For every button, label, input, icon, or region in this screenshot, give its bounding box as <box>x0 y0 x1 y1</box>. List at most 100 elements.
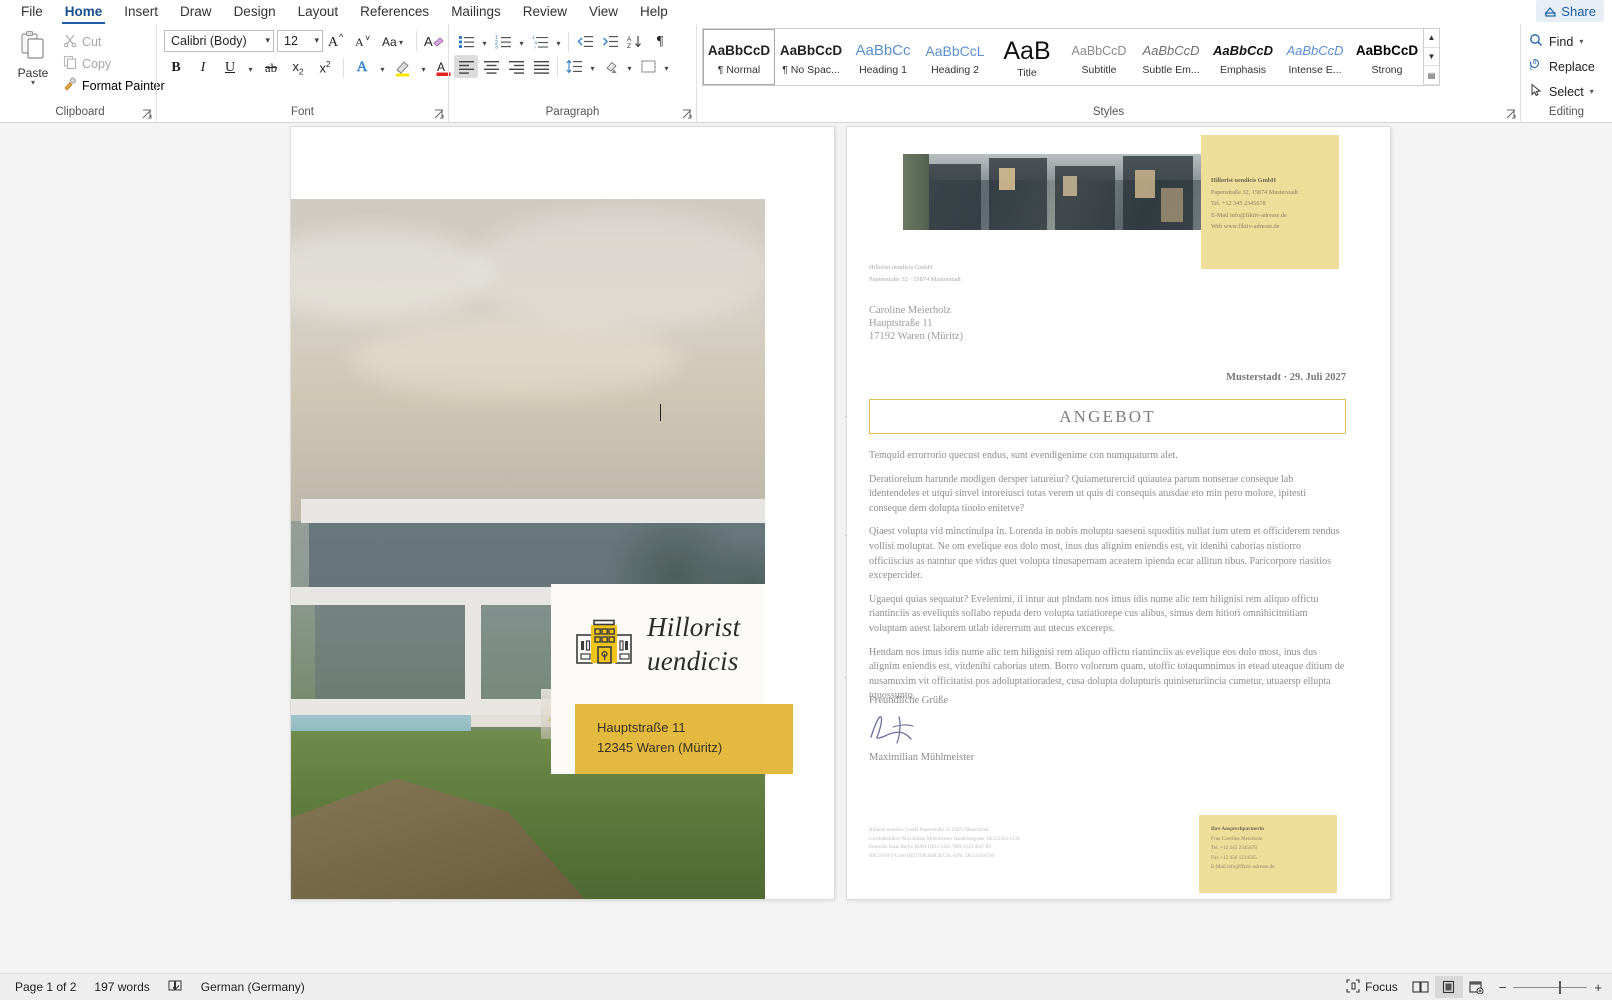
tab-file[interactable]: File <box>10 1 54 24</box>
document-canvas[interactable]: Hillorist uendicis Hauptstraße 11 12345 … <box>0 123 1612 973</box>
numbering-button[interactable]: 123 <box>491 30 515 53</box>
underline-options-chevron-icon[interactable]: ▾ <box>245 56 256 79</box>
style-heading-2[interactable]: AaBbCcL Heading 2 <box>919 29 991 85</box>
bullets-button[interactable] <box>454 30 478 53</box>
increase-indent-button[interactable] <box>598 30 622 53</box>
style-name: ¶ Normal <box>717 63 761 76</box>
font-size-combo[interactable]: 12 ▾ <box>277 29 323 52</box>
grow-font-button[interactable]: A ^ <box>326 29 350 52</box>
line-spacing-button[interactable] <box>562 55 586 78</box>
language-indicator[interactable]: German (Germany) <box>192 976 314 998</box>
sort-button[interactable]: AZ <box>623 30 647 53</box>
style-no-spacing[interactable]: AaBbCcD ¶ No Spac... <box>775 29 847 85</box>
chevron-down-icon[interactable]: ▾ <box>1590 87 1594 96</box>
borders-chevron-icon[interactable]: ▾ <box>661 55 672 78</box>
style-normal[interactable]: AaBbCcD ¶ Normal <box>703 29 775 85</box>
shrink-font-button[interactable]: A ˅ <box>353 29 377 52</box>
borders-button[interactable] <box>636 55 660 78</box>
style-strong[interactable]: AaBbCcD Strong <box>1351 29 1423 85</box>
style-intense-emphasis[interactable]: AaBbCcD Intense E... <box>1279 29 1351 85</box>
style-preview: AaB <box>1003 36 1051 65</box>
tab-layout[interactable]: Layout <box>287 1 350 24</box>
tab-insert[interactable]: Insert <box>113 1 169 24</box>
style-subtle-emphasis[interactable]: AaBbCcD Subtle Em... <box>1135 29 1207 85</box>
recipient-line-3: 17192 Waren (Müritz) <box>869 331 964 342</box>
styles-scroll-up-icon[interactable]: ▲ <box>1424 29 1439 48</box>
tab-mailings[interactable]: Mailings <box>440 1 512 24</box>
multilevel-list-button[interactable]: 1ai <box>528 30 552 53</box>
select-button[interactable]: Select ▾ <box>1526 80 1598 103</box>
replace-button[interactable]: bc Replace <box>1526 55 1598 78</box>
zoom-handle[interactable] <box>1559 980 1562 994</box>
style-heading-1[interactable]: AaBbCc Heading 1 <box>847 29 919 85</box>
zoom-out-button[interactable]: − <box>1499 980 1507 995</box>
focus-mode-button[interactable]: Focus <box>1337 976 1407 998</box>
styles-more-icon[interactable]: ▤ <box>1424 66 1439 85</box>
highlight-color-button[interactable] <box>391 56 415 79</box>
style-title[interactable]: AaB Title <box>991 29 1063 85</box>
zoom-in-button[interactable]: + <box>1594 980 1602 995</box>
format-painter-button[interactable]: Format Painter <box>59 75 169 96</box>
find-button[interactable]: Find ▾ <box>1526 30 1598 53</box>
bold-button[interactable]: B <box>164 56 188 79</box>
decrease-indent-button[interactable] <box>573 30 597 53</box>
tab-draw[interactable]: Draw <box>169 1 223 24</box>
clear-formatting-button[interactable]: A <box>423 29 447 52</box>
justify-button[interactable] <box>529 55 553 78</box>
shading-chevron-icon[interactable]: ▾ <box>624 55 635 78</box>
align-center-button[interactable] <box>479 55 503 78</box>
signer-name: Maximilian Mühlmeister <box>869 752 975 763</box>
italic-button[interactable]: I <box>191 56 215 79</box>
copy-button[interactable]: Copy <box>59 53 169 74</box>
styles-gallery-scrollbar[interactable]: ▲ ▼ ▤ <box>1423 29 1439 85</box>
style-emphasis[interactable]: AaBbCcD Emphasis <box>1207 29 1279 85</box>
superscript-button[interactable]: x2 <box>313 56 337 79</box>
zoom-track[interactable] <box>1513 980 1588 994</box>
show-formatting-marks-button[interactable]: ¶ <box>648 30 672 53</box>
numbering-chevron-icon[interactable]: ▾ <box>516 30 527 53</box>
align-left-button[interactable] <box>454 55 478 78</box>
share-button[interactable]: Share <box>1536 0 1604 22</box>
clipboard-dialog-launcher[interactable] <box>142 109 154 121</box>
tab-review[interactable]: Review <box>512 1 578 24</box>
underline-button[interactable]: U <box>218 56 242 79</box>
text-effects-button[interactable]: A <box>350 56 374 79</box>
paste-button[interactable]: Paste ▾ <box>9 28 57 96</box>
footer-box-name: Frau Caroline Meierholz <box>1211 835 1263 842</box>
multilevel-chevron-icon[interactable]: ▾ <box>553 30 564 53</box>
word-count[interactable]: 197 words <box>85 976 158 998</box>
align-right-button[interactable] <box>504 55 528 78</box>
font-dialog-launcher[interactable] <box>434 109 446 121</box>
document-page-2[interactable]: Hillorist uendicis GmbH Papenstraße 32, … <box>847 127 1390 899</box>
tab-view[interactable]: View <box>578 1 629 24</box>
web-layout-button[interactable] <box>1463 976 1491 998</box>
font-name-combo[interactable]: Calibri (Body) ▾ <box>164 29 274 52</box>
strikethrough-button[interactable]: ab <box>259 56 283 79</box>
read-mode-button[interactable] <box>1407 976 1435 998</box>
styles-scroll-down-icon[interactable]: ▼ <box>1424 48 1439 67</box>
scissors-icon <box>63 33 77 50</box>
shading-button[interactable] <box>599 55 623 78</box>
chevron-down-icon[interactable]: ▾ <box>31 79 35 87</box>
style-subtitle[interactable]: AaBbCcD Subtitle <box>1063 29 1135 85</box>
styles-dialog-launcher[interactable] <box>1506 109 1518 121</box>
page-indicator[interactable]: Page 1 of 2 <box>6 976 85 998</box>
zoom-slider[interactable]: − + <box>1491 980 1606 995</box>
print-layout-button[interactable] <box>1434 976 1463 998</box>
subscript-button[interactable]: x2 <box>286 56 310 79</box>
tab-references[interactable]: References <box>349 1 440 24</box>
tab-design[interactable]: Design <box>223 1 287 24</box>
text-effects-chevron-icon[interactable]: ▾ <box>377 56 388 79</box>
highlight-chevron-icon[interactable]: ▾ <box>418 56 429 79</box>
bullets-chevron-icon[interactable]: ▾ <box>479 30 490 53</box>
chevron-down-icon[interactable]: ▾ <box>1579 37 1583 46</box>
tab-home[interactable]: Home <box>54 1 114 24</box>
paragraph-dialog-launcher[interactable] <box>682 109 694 121</box>
cut-button[interactable]: Cut <box>59 31 169 52</box>
tab-help[interactable]: Help <box>629 1 679 24</box>
line-spacing-chevron-icon[interactable]: ▾ <box>587 55 598 78</box>
change-case-button[interactable]: Aa ▾ <box>380 29 410 52</box>
proofing-status[interactable] <box>159 976 192 998</box>
document-page-1[interactable]: Hillorist uendicis Hauptstraße 11 12345 … <box>291 127 834 899</box>
footer-box-title: Ihre Ansprechpartnerin <box>1211 826 1264 832</box>
